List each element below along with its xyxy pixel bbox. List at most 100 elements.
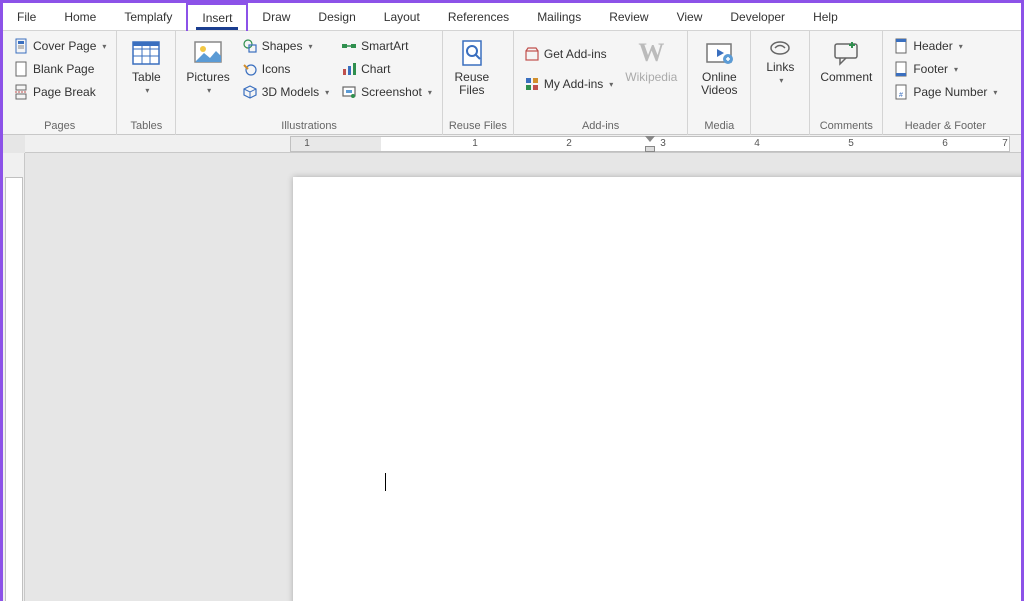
blank-page-label: Blank Page bbox=[33, 62, 94, 76]
page-break-label: Page Break bbox=[33, 85, 96, 99]
page-break-icon bbox=[13, 84, 29, 100]
tab-help[interactable]: Help bbox=[799, 3, 852, 31]
header-label: Header bbox=[913, 39, 952, 53]
wikipedia-button[interactable]: W Wikipedia bbox=[621, 35, 681, 86]
icons-icon bbox=[242, 61, 258, 77]
screenshot-label: Screenshot bbox=[361, 85, 422, 99]
3d-models-button[interactable]: 3D Models ▾ bbox=[238, 81, 333, 103]
chart-button[interactable]: Chart bbox=[337, 58, 436, 80]
chevron-down-icon: ▾ bbox=[779, 76, 783, 85]
links-button[interactable]: Links ▾ bbox=[757, 35, 803, 87]
tab-design[interactable]: Design bbox=[304, 3, 369, 31]
tab-templafy[interactable]: Templafy bbox=[110, 3, 186, 31]
group-media: Online Videos Media bbox=[688, 31, 751, 135]
3d-models-label: 3D Models bbox=[262, 85, 319, 99]
link-icon bbox=[769, 37, 791, 59]
pictures-label: Pictures bbox=[186, 71, 229, 84]
reuse-files-label: Reuse Files bbox=[453, 71, 491, 97]
ruler-num: 6 bbox=[942, 138, 948, 149]
addins-icon bbox=[524, 76, 540, 92]
my-addins-button[interactable]: My Add-ins ▾ bbox=[520, 73, 617, 95]
chevron-down-icon: ▾ bbox=[325, 88, 329, 97]
smartart-label: SmartArt bbox=[361, 39, 408, 53]
cover-page-button[interactable]: Cover Page ▾ bbox=[9, 35, 110, 57]
page-number-label: Page Number bbox=[913, 85, 987, 99]
chevron-down-icon: ▾ bbox=[609, 80, 613, 89]
footer-label: Footer bbox=[913, 62, 948, 76]
tab-review[interactable]: Review bbox=[595, 3, 662, 31]
ruler-num: 3 bbox=[660, 138, 666, 149]
screenshot-icon bbox=[341, 84, 357, 100]
group-reuse-files-label: Reuse Files bbox=[449, 118, 507, 135]
chevron-down-icon: ▾ bbox=[993, 88, 997, 97]
tab-insert[interactable]: Insert bbox=[186, 3, 248, 31]
document-workspace: 1 1 2 3 4 5 6 7 bbox=[3, 135, 1021, 601]
group-illustrations-label: Illustrations bbox=[182, 118, 435, 135]
group-addins-label: Add-ins bbox=[520, 118, 681, 135]
group-tables: Table ▾ Tables bbox=[117, 31, 176, 135]
get-addins-button[interactable]: Get Add-ins bbox=[520, 43, 617, 65]
header-button[interactable]: Header ▾ bbox=[889, 35, 1001, 57]
my-addins-label: My Add-ins bbox=[544, 77, 603, 91]
screenshot-button[interactable]: Screenshot ▾ bbox=[337, 81, 436, 103]
online-videos-button[interactable]: Online Videos bbox=[694, 35, 744, 99]
horizontal-ruler[interactable]: 1 1 2 3 4 5 6 7 bbox=[25, 135, 1021, 153]
comment-button[interactable]: Comment bbox=[816, 35, 876, 86]
shapes-icon bbox=[242, 38, 258, 54]
ruler-num: 2 bbox=[566, 138, 572, 149]
smartart-icon bbox=[341, 38, 357, 54]
ruler-num: 7 bbox=[1002, 138, 1008, 149]
ruler-num: 1 bbox=[304, 138, 310, 149]
tab-home[interactable]: Home bbox=[50, 3, 110, 31]
table-icon bbox=[130, 37, 162, 69]
svg-text:#: # bbox=[899, 92, 903, 99]
chevron-down-icon: ▾ bbox=[207, 86, 211, 95]
chart-label: Chart bbox=[361, 62, 390, 76]
tab-layout[interactable]: Layout bbox=[370, 3, 434, 31]
indent-marker-icon[interactable] bbox=[645, 136, 655, 142]
footer-button[interactable]: Footer ▾ bbox=[889, 58, 1001, 80]
reuse-files-button[interactable]: Reuse Files bbox=[449, 35, 495, 99]
group-reuse-files: Reuse Files Reuse Files bbox=[443, 31, 514, 135]
tab-view[interactable]: View bbox=[663, 3, 717, 31]
comment-icon bbox=[830, 37, 862, 69]
reuse-files-icon bbox=[456, 37, 488, 69]
group-illustrations: Pictures ▾ Shapes ▾ Icons bbox=[176, 31, 442, 135]
page-number-button[interactable]: # Page Number ▾ bbox=[889, 81, 1001, 103]
shapes-button[interactable]: Shapes ▾ bbox=[238, 35, 333, 57]
document-page[interactable] bbox=[293, 177, 1021, 601]
indent-marker-bottom-icon[interactable] bbox=[645, 146, 655, 152]
ruler-num: 1 bbox=[472, 138, 478, 149]
cube-icon bbox=[242, 84, 258, 100]
chevron-down-icon: ▾ bbox=[145, 86, 149, 95]
shapes-label: Shapes bbox=[262, 39, 303, 53]
ruler-num: 4 bbox=[754, 138, 760, 149]
smartart-button[interactable]: SmartArt bbox=[337, 35, 436, 57]
header-icon bbox=[893, 38, 909, 54]
ruler-num: 5 bbox=[848, 138, 854, 149]
cover-page-label: Cover Page bbox=[33, 39, 96, 53]
group-comments-label: Comments bbox=[816, 118, 876, 135]
tab-developer[interactable]: Developer bbox=[716, 3, 799, 31]
video-icon bbox=[703, 37, 735, 69]
tab-draw[interactable]: Draw bbox=[248, 3, 304, 31]
links-label: Links bbox=[766, 61, 794, 74]
pictures-button[interactable]: Pictures ▾ bbox=[182, 35, 233, 97]
store-icon bbox=[524, 46, 540, 62]
table-button[interactable]: Table ▾ bbox=[123, 35, 169, 97]
page-break-button[interactable]: Page Break bbox=[9, 81, 110, 103]
tab-mailings[interactable]: Mailings bbox=[523, 3, 595, 31]
tab-file[interactable]: File bbox=[3, 3, 50, 31]
vertical-ruler[interactable] bbox=[3, 153, 25, 601]
chevron-down-icon: ▾ bbox=[428, 88, 432, 97]
chevron-down-icon: ▾ bbox=[954, 65, 958, 74]
ribbon: Cover Page ▾ Blank Page Page Break Page bbox=[3, 31, 1021, 135]
icons-button[interactable]: Icons bbox=[238, 58, 333, 80]
group-pages: Cover Page ▾ Blank Page Page Break Page bbox=[3, 31, 117, 135]
chart-icon bbox=[341, 61, 357, 77]
blank-page-button[interactable]: Blank Page bbox=[9, 58, 110, 80]
cover-page-icon bbox=[13, 38, 29, 54]
comment-label: Comment bbox=[820, 71, 872, 84]
footer-icon bbox=[893, 61, 909, 77]
tab-references[interactable]: References bbox=[434, 3, 523, 31]
